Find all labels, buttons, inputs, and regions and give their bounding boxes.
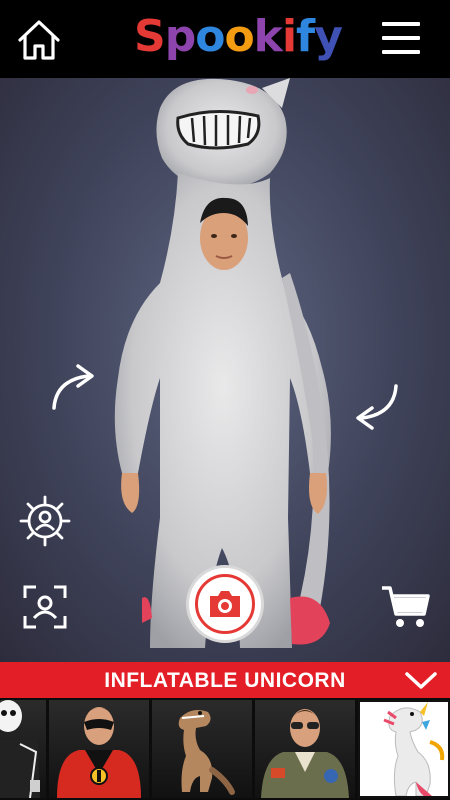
costume-carousel — [0, 698, 450, 800]
superhero-costume-image — [57, 707, 141, 798]
take-photo-button[interactable] — [186, 565, 264, 643]
logo-letter: i — [281, 11, 297, 62]
logo-letter: S — [134, 11, 166, 62]
face-frame-icon — [23, 585, 67, 629]
face-frame-button[interactable] — [22, 584, 68, 630]
menu-button[interactable] — [378, 18, 424, 58]
logo-letter: o — [195, 11, 225, 62]
costume-preview-stage — [0, 78, 450, 662]
logo-letter: y — [314, 11, 343, 62]
costume-thumb-dinosaur[interactable] — [152, 700, 252, 798]
home-icon — [18, 20, 60, 60]
hamburger-menu-icon — [382, 22, 420, 26]
menu-bar-line — [382, 50, 420, 54]
logo-letter: k — [253, 11, 283, 62]
home-button[interactable] — [16, 18, 62, 62]
logo-letter: o — [224, 11, 254, 62]
chevron-down-icon[interactable] — [404, 670, 438, 692]
pilot-costume-image — [261, 709, 349, 798]
rotate-right-icon[interactable] — [342, 380, 402, 434]
rotate-left-icon[interactable] — [48, 360, 108, 414]
logo-letter: f — [296, 11, 315, 62]
skeleton-costume-image — [0, 700, 40, 798]
camera-ring — [195, 574, 255, 634]
costume-thumb-superhero[interactable] — [49, 700, 149, 798]
costume-thumb-unicorn[interactable] — [358, 700, 450, 798]
camera-icon — [210, 591, 240, 617]
costume-title: INFLATABLE UNICORN — [104, 669, 346, 692]
face-settings-icon — [19, 495, 71, 547]
costume-title-bar[interactable]: INFLATABLE UNICORN — [0, 662, 450, 698]
costume-thumb-skeleton[interactable] — [0, 700, 46, 798]
app-logo: Spookify — [134, 8, 343, 66]
menu-bar-line — [382, 36, 420, 40]
inflatable-dinosaur-costume-image — [178, 710, 235, 795]
logo-letter: p — [164, 11, 196, 62]
top-bar: Spookify — [0, 0, 450, 78]
shopping-cart-icon — [382, 586, 430, 627]
inflatable-unicorn-costume-image — [383, 702, 445, 796]
costume-thumb-pilot[interactable] — [255, 700, 355, 798]
shop-cart-button[interactable] — [380, 584, 432, 630]
face-settings-button[interactable] — [18, 494, 72, 548]
